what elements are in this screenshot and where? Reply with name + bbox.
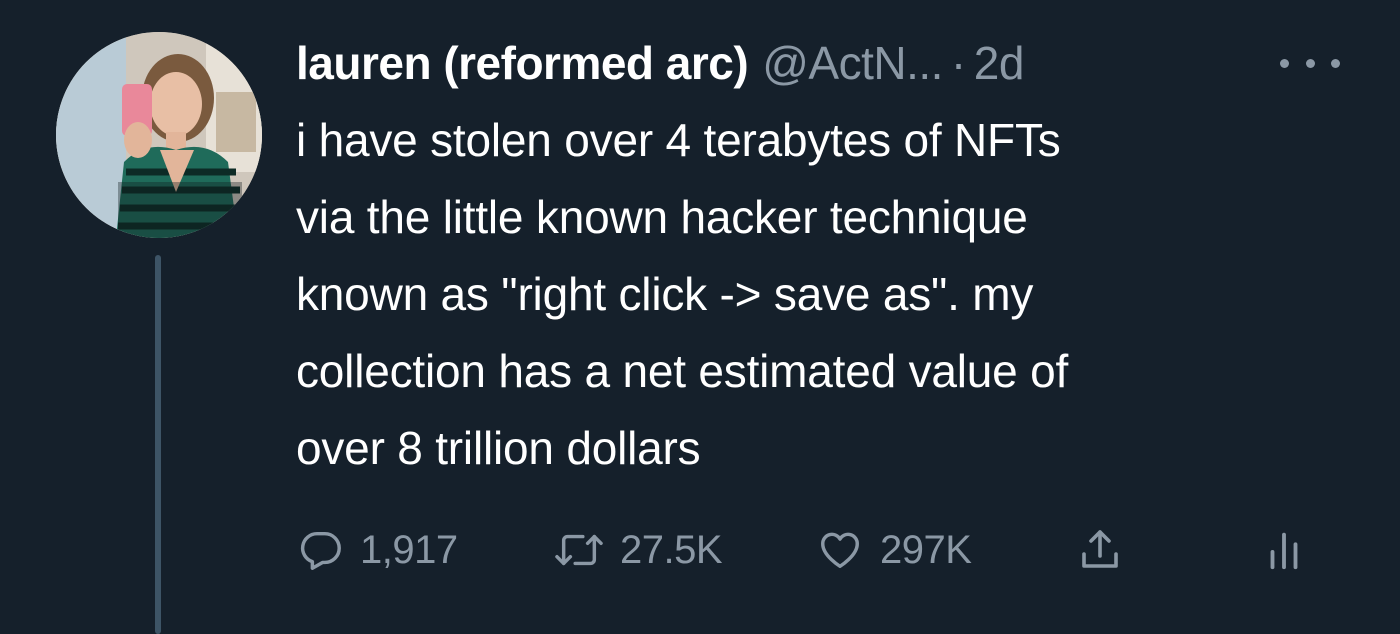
- display-name[interactable]: lauren (reformed arc): [296, 30, 749, 96]
- timestamp[interactable]: 2d: [974, 30, 1025, 96]
- like-button[interactable]: 297K: [816, 515, 972, 585]
- avatar[interactable]: [56, 32, 262, 238]
- reply-icon: [298, 527, 344, 573]
- analytics-button[interactable]: [1264, 515, 1304, 585]
- separator-dot: ·: [950, 37, 966, 89]
- analytics-icon: [1264, 527, 1304, 573]
- like-count: 297K: [880, 527, 972, 572]
- retweet-button[interactable]: 27.5K: [554, 515, 723, 585]
- tweet-header: lauren (reformed arc) @ActN... · 2d: [296, 30, 1024, 96]
- share-button[interactable]: [1076, 515, 1124, 585]
- tweet-text-line: collection has a net estimated value of: [296, 345, 1069, 397]
- share-icon: [1076, 525, 1124, 575]
- tweet-text-line: over 8 trillion dollars: [296, 422, 701, 474]
- avatar-photo: [56, 32, 262, 238]
- tweet-text-line: via the little known hacker technique: [296, 191, 1028, 243]
- reply-count: 1,917: [360, 527, 458, 572]
- reply-button[interactable]: 1,917: [298, 515, 458, 585]
- tweet-actions: 1,917 27.5K 297K: [296, 515, 1356, 585]
- heart-icon: [816, 527, 864, 573]
- more-options-icon[interactable]: [1280, 48, 1340, 78]
- tweet-text: i have stolen over 4 terabytes of NFTs v…: [296, 102, 1356, 487]
- tweet-text-line: i have stolen over 4 terabytes of NFTs: [296, 114, 1061, 166]
- retweet-count: 27.5K: [620, 527, 723, 572]
- tweet-text-line: known as "right click -> save as". my: [296, 268, 1034, 320]
- thread-line: [155, 255, 161, 634]
- retweet-icon: [554, 527, 604, 573]
- user-handle[interactable]: @ActN...: [762, 30, 943, 96]
- tweet[interactable]: lauren (reformed arc) @ActN... · 2d i ha…: [0, 0, 1400, 634]
